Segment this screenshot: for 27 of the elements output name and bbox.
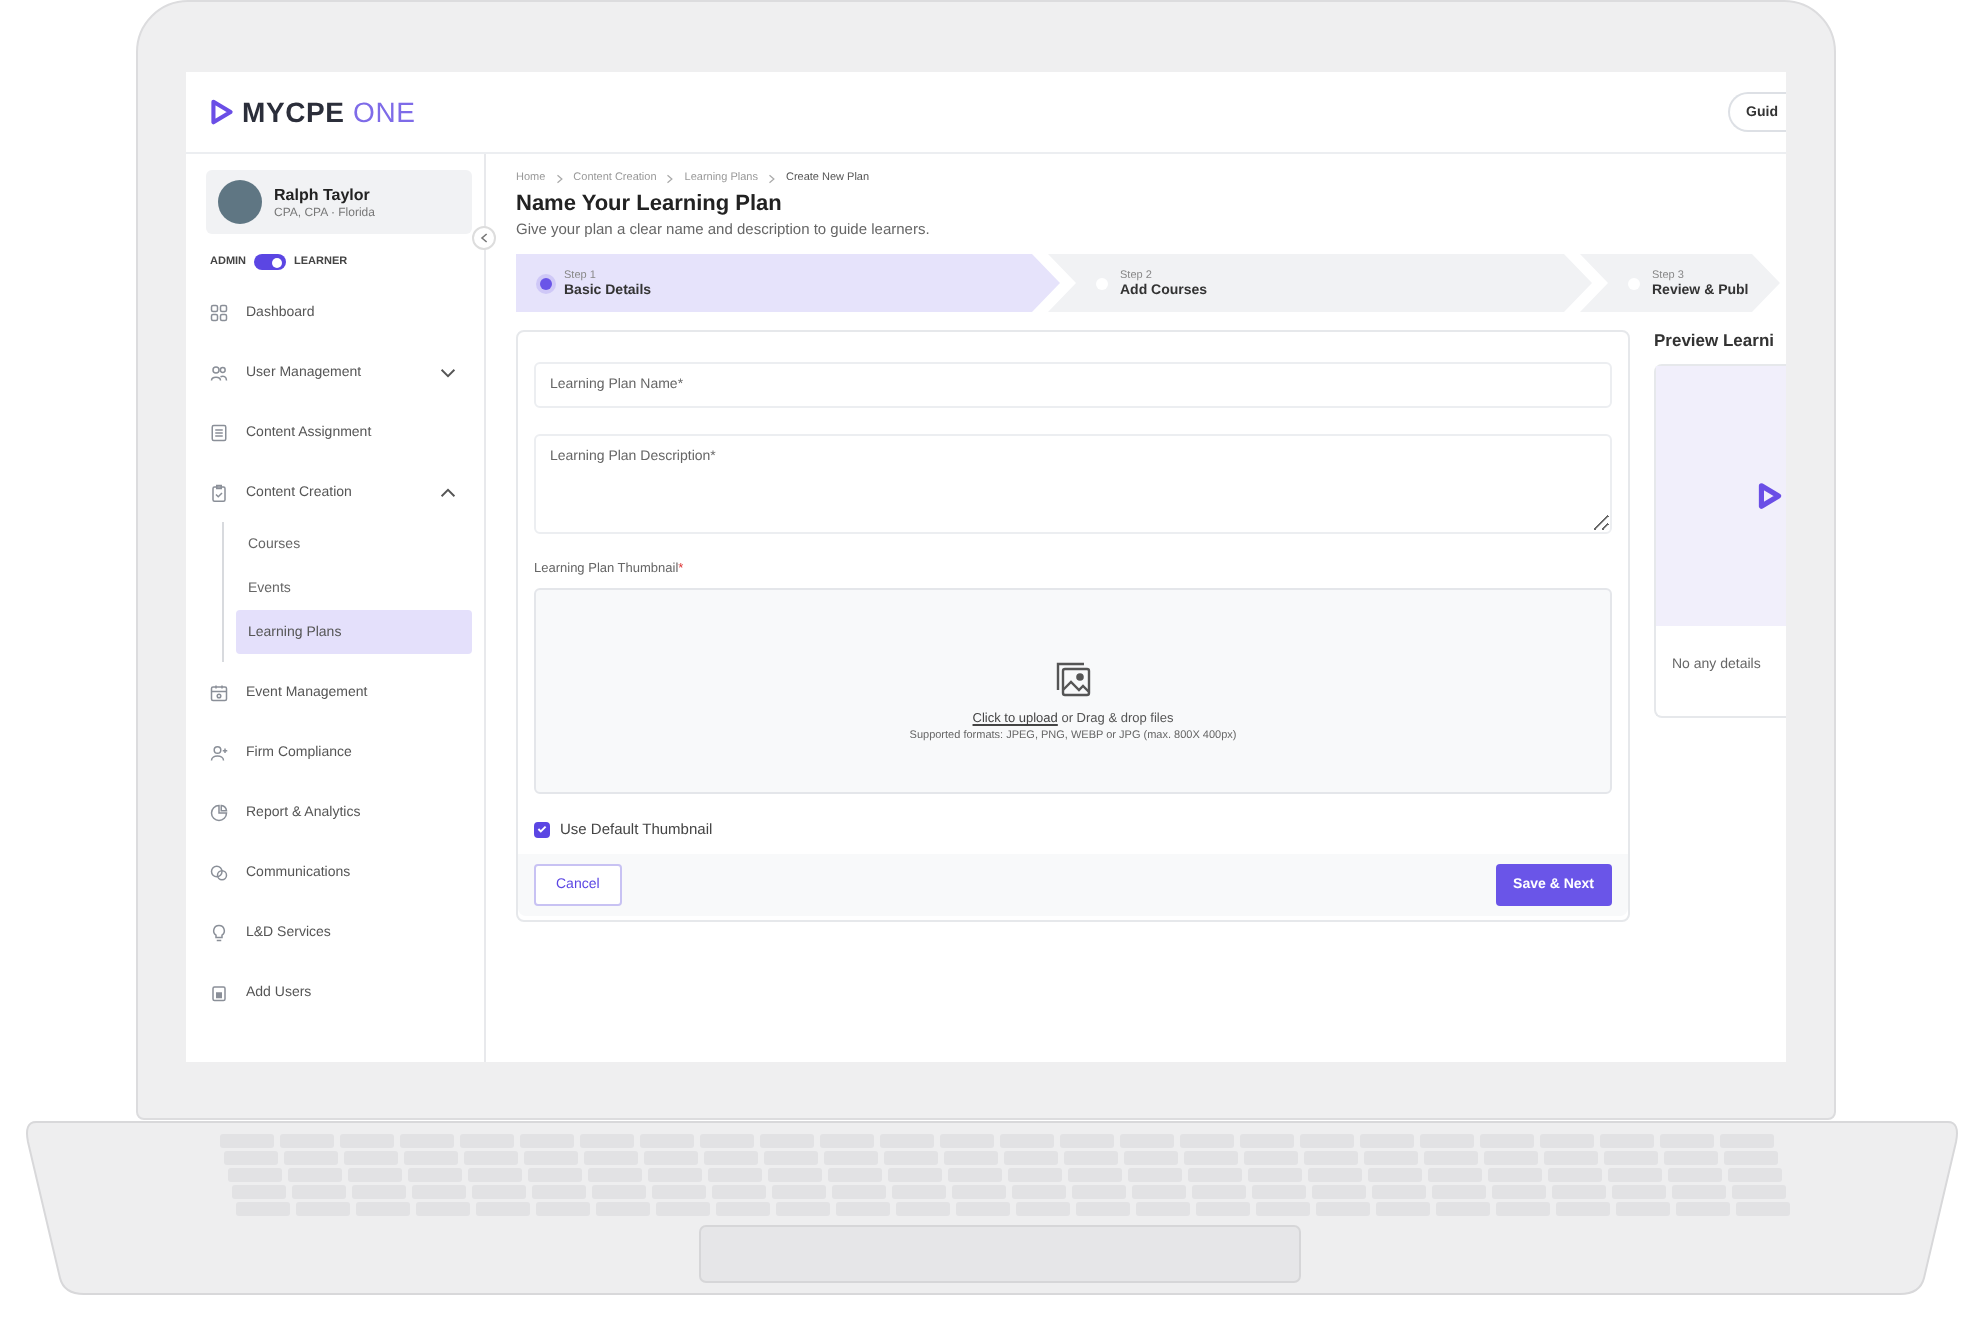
user-plus-icon xyxy=(210,743,228,761)
chevron-left-icon xyxy=(480,232,488,244)
chevron-right-icon xyxy=(555,173,564,183)
checkbox[interactable] xyxy=(534,821,550,837)
preview-title: Preview Learni xyxy=(1654,330,1777,350)
chevron-right-icon xyxy=(666,173,675,183)
chat-icon xyxy=(210,863,228,881)
image-icon xyxy=(1053,660,1093,700)
chevron-right-icon xyxy=(767,173,776,183)
chevron-up-icon xyxy=(440,487,456,497)
calendar-icon xyxy=(210,683,228,701)
play-logo-icon xyxy=(1758,480,1782,512)
grid-icon xyxy=(210,303,228,321)
role-switch[interactable] xyxy=(254,254,287,270)
avatar xyxy=(218,180,262,224)
collapse-button[interactable] xyxy=(472,226,496,250)
page-title: Name Your Learning Plan xyxy=(516,192,784,216)
chevron-down-icon xyxy=(440,367,456,377)
user-add-icon xyxy=(210,983,228,1001)
chart-icon xyxy=(210,803,228,821)
bulb-icon xyxy=(210,923,228,941)
play-logo-icon xyxy=(210,98,234,126)
clipboard-icon xyxy=(210,483,228,501)
users-icon xyxy=(210,363,228,381)
list-icon xyxy=(210,423,228,441)
logo-text: MYCPE ONE xyxy=(242,96,416,128)
user-name: Ralph Taylor xyxy=(274,185,372,203)
